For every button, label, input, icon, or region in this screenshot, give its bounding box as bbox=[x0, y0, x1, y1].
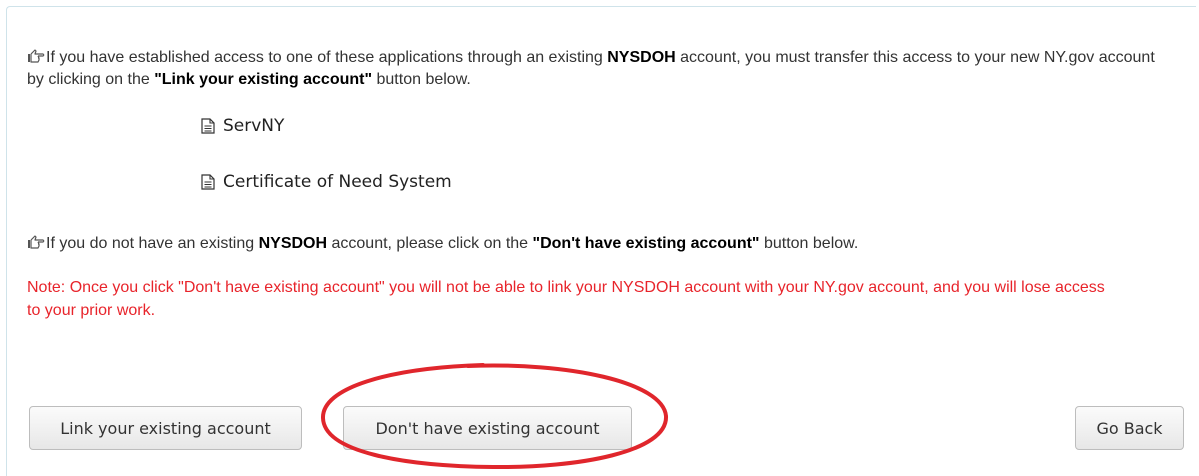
p1-text-pre: If you have established access to one of… bbox=[46, 49, 608, 66]
document-icon bbox=[201, 174, 215, 190]
no-account-instruction-paragraph: If you do not have an existing NYSDOH ac… bbox=[27, 233, 1172, 255]
p2-bold-nysdoh: NYSDOH bbox=[258, 235, 328, 252]
dont-have-existing-account-button[interactable]: Don't have existing account bbox=[343, 406, 632, 450]
application-item-servny: ServNY bbox=[201, 116, 284, 136]
p2-text-mid: account, please click on the bbox=[327, 235, 533, 252]
p1-bold-nysdoh: NYSDOH bbox=[607, 49, 676, 66]
link-existing-account-button[interactable]: Link your existing account bbox=[29, 406, 302, 450]
hand-pointing-right-icon bbox=[28, 235, 45, 249]
p2-text-pre: If you do not have an existing bbox=[46, 235, 259, 252]
hand-pointing-right-icon bbox=[28, 49, 45, 63]
go-back-button[interactable]: Go Back bbox=[1075, 406, 1184, 450]
p1-bold-link-button-ref: "Link your existing account" bbox=[154, 71, 373, 88]
warning-note: Note: Once you click "Don't have existin… bbox=[27, 279, 1105, 319]
document-icon bbox=[201, 118, 215, 134]
application-label: ServNY bbox=[223, 116, 285, 136]
p1-text-post: button below. bbox=[372, 71, 471, 88]
application-label: Certificate of Need System bbox=[223, 172, 452, 192]
application-item-certificate-of-need: Certificate of Need System bbox=[201, 172, 452, 192]
link-instruction-paragraph: If you have established access to one of… bbox=[27, 47, 1172, 91]
p2-text-post: button below. bbox=[759, 235, 859, 252]
p2-bold-dont-button-ref: "Don't have existing account" bbox=[532, 235, 760, 252]
